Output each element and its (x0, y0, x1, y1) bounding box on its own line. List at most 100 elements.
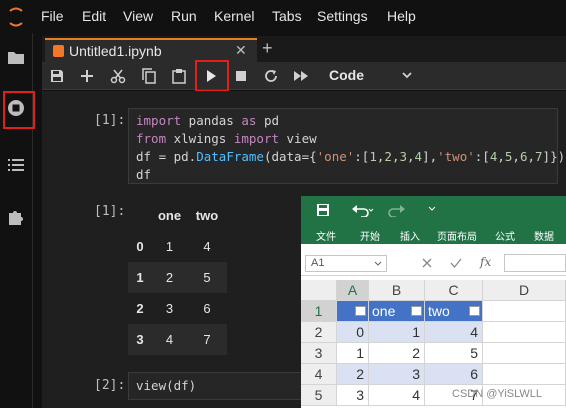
code-line: df = pd.DataFrame(data={'one':[1,2,3,4],… (136, 149, 566, 164)
data-cell[interactable]: 1 (369, 322, 425, 343)
extension-icon[interactable] (6, 207, 26, 227)
jupyter-logo-icon (9, 7, 23, 27)
table-cell: 4 (203, 239, 211, 254)
data-cell[interactable]: 5 (425, 343, 483, 364)
add-cell-icon[interactable] (78, 67, 96, 85)
code-line: df (136, 167, 152, 182)
column-header[interactable]: A (337, 280, 369, 301)
cut-icon[interactable] (109, 67, 127, 85)
redo-icon[interactable] (386, 203, 410, 217)
code-line: view(df) (136, 378, 197, 393)
running-kernels-highlight (3, 91, 35, 129)
table-cell: 5 (187, 262, 227, 293)
select-all-corner[interactable] (301, 280, 337, 301)
ribbon-tab-page-layout[interactable]: 页面布局 (437, 228, 477, 243)
menu-help[interactable]: Help (387, 8, 416, 24)
new-tab-button[interactable]: + (262, 38, 273, 59)
menu-edit[interactable]: Edit (82, 8, 106, 24)
header-text: two (428, 303, 450, 319)
data-cell[interactable]: 4 (425, 322, 483, 343)
column-header[interactable]: C (425, 280, 483, 301)
undo-icon[interactable] (351, 203, 375, 217)
restart-icon[interactable] (262, 67, 280, 85)
menu-settings[interactable]: Settings (317, 8, 368, 24)
header-cell[interactable]: one (369, 301, 425, 322)
empty-cell[interactable] (483, 301, 566, 322)
tab-notebook[interactable]: Untitled1.ipynb ✕ (45, 38, 257, 62)
row-header[interactable]: 1 (301, 301, 337, 322)
table-cell: 7 (187, 324, 227, 355)
row-index: 0 (136, 239, 144, 254)
ribbon-tab-data[interactable]: 数据 (534, 228, 554, 243)
column-header[interactable]: B (369, 280, 425, 301)
chevron-down-icon[interactable] (374, 261, 382, 267)
menu-view[interactable]: View (123, 8, 153, 24)
stop-icon[interactable] (232, 67, 250, 85)
table-row: 2 3 6 (128, 293, 227, 324)
filter-dropdown-icon[interactable] (469, 306, 480, 316)
row-header[interactable]: 2 (301, 322, 337, 343)
cancel-icon[interactable] (421, 257, 433, 269)
filter-dropdown-icon[interactable] (411, 306, 422, 316)
cell-prompt: [1]: (94, 113, 126, 128)
index-header (128, 200, 152, 231)
ribbon-tab-home[interactable]: 开始 (360, 228, 380, 243)
save-icon[interactable] (48, 67, 66, 85)
header-cell[interactable]: two (425, 301, 483, 322)
toc-icon[interactable] (6, 155, 26, 175)
header-text: one (372, 303, 396, 319)
ribbon-tab-insert[interactable]: 插入 (400, 228, 420, 243)
cell-prompt: [2]: (94, 378, 126, 393)
ribbon-tab-file[interactable]: 文件 (316, 228, 336, 243)
data-cell[interactable]: 3 (337, 385, 369, 406)
data-cell[interactable]: 0 (337, 322, 369, 343)
table-row: 3 4 7 (128, 324, 227, 355)
filter-dropdown-icon[interactable] (355, 306, 366, 316)
save-icon[interactable] (316, 203, 330, 217)
table-cell: 3 (165, 301, 174, 316)
data-cell[interactable]: 1 (337, 343, 369, 364)
data-cell[interactable]: 2 (337, 364, 369, 385)
paste-icon[interactable] (170, 67, 188, 85)
menu-kernel[interactable]: Kernel (214, 8, 254, 24)
code-cell[interactable]: import pandas as pd from xlwings import … (128, 108, 565, 184)
column-header[interactable]: D (483, 280, 566, 301)
code-line: import pandas as pd (136, 113, 280, 128)
copy-icon[interactable] (140, 67, 158, 85)
table-cell: 1 (165, 239, 174, 254)
tab-label: Untitled1.ipynb (69, 43, 162, 59)
ribbon-tab-formulas[interactable]: 公式 (495, 228, 515, 243)
menu-file[interactable]: File (41, 8, 64, 24)
header-cell[interactable] (337, 301, 369, 322)
formula-input[interactable] (504, 254, 566, 272)
excel-window: 文件 开始 插入 页面布局 公式 数据 A1 fx A B C D 1 one … (301, 196, 566, 408)
data-cell[interactable]: 4 (369, 385, 425, 406)
row-index: 1 (128, 262, 152, 293)
menu-tabs[interactable]: Tabs (272, 8, 302, 24)
menu-run[interactable]: Run (171, 8, 197, 24)
excel-ribbon: 文件 开始 插入 页面布局 公式 数据 (301, 196, 566, 244)
function-icon[interactable]: fx (480, 255, 491, 269)
data-cell[interactable]: 2 (369, 343, 425, 364)
table-cell: 4 (152, 324, 187, 355)
data-cell[interactable]: 6 (425, 364, 483, 385)
formula-bar: A1 fx (301, 251, 566, 276)
notebook-icon (53, 45, 64, 57)
empty-cell[interactable] (483, 364, 566, 385)
data-cell[interactable]: 3 (369, 364, 425, 385)
chevron-down-icon[interactable] (400, 68, 414, 82)
table-cell: 2 (152, 262, 187, 293)
cell-type-select[interactable]: Code (329, 67, 364, 83)
empty-cell[interactable] (483, 322, 566, 343)
code-cell[interactable]: view(df) (128, 372, 303, 400)
chevron-down-icon[interactable] (428, 206, 436, 212)
empty-cell[interactable] (483, 343, 566, 364)
row-header[interactable]: 3 (301, 343, 337, 364)
tab-close-icon[interactable]: ✕ (235, 42, 247, 59)
confirm-icon[interactable] (450, 257, 462, 269)
table-cell: 6 (203, 301, 211, 316)
folder-icon[interactable] (6, 47, 26, 67)
row-header[interactable]: 5 (301, 385, 337, 406)
row-header[interactable]: 4 (301, 364, 337, 385)
fast-forward-icon[interactable] (292, 67, 310, 85)
